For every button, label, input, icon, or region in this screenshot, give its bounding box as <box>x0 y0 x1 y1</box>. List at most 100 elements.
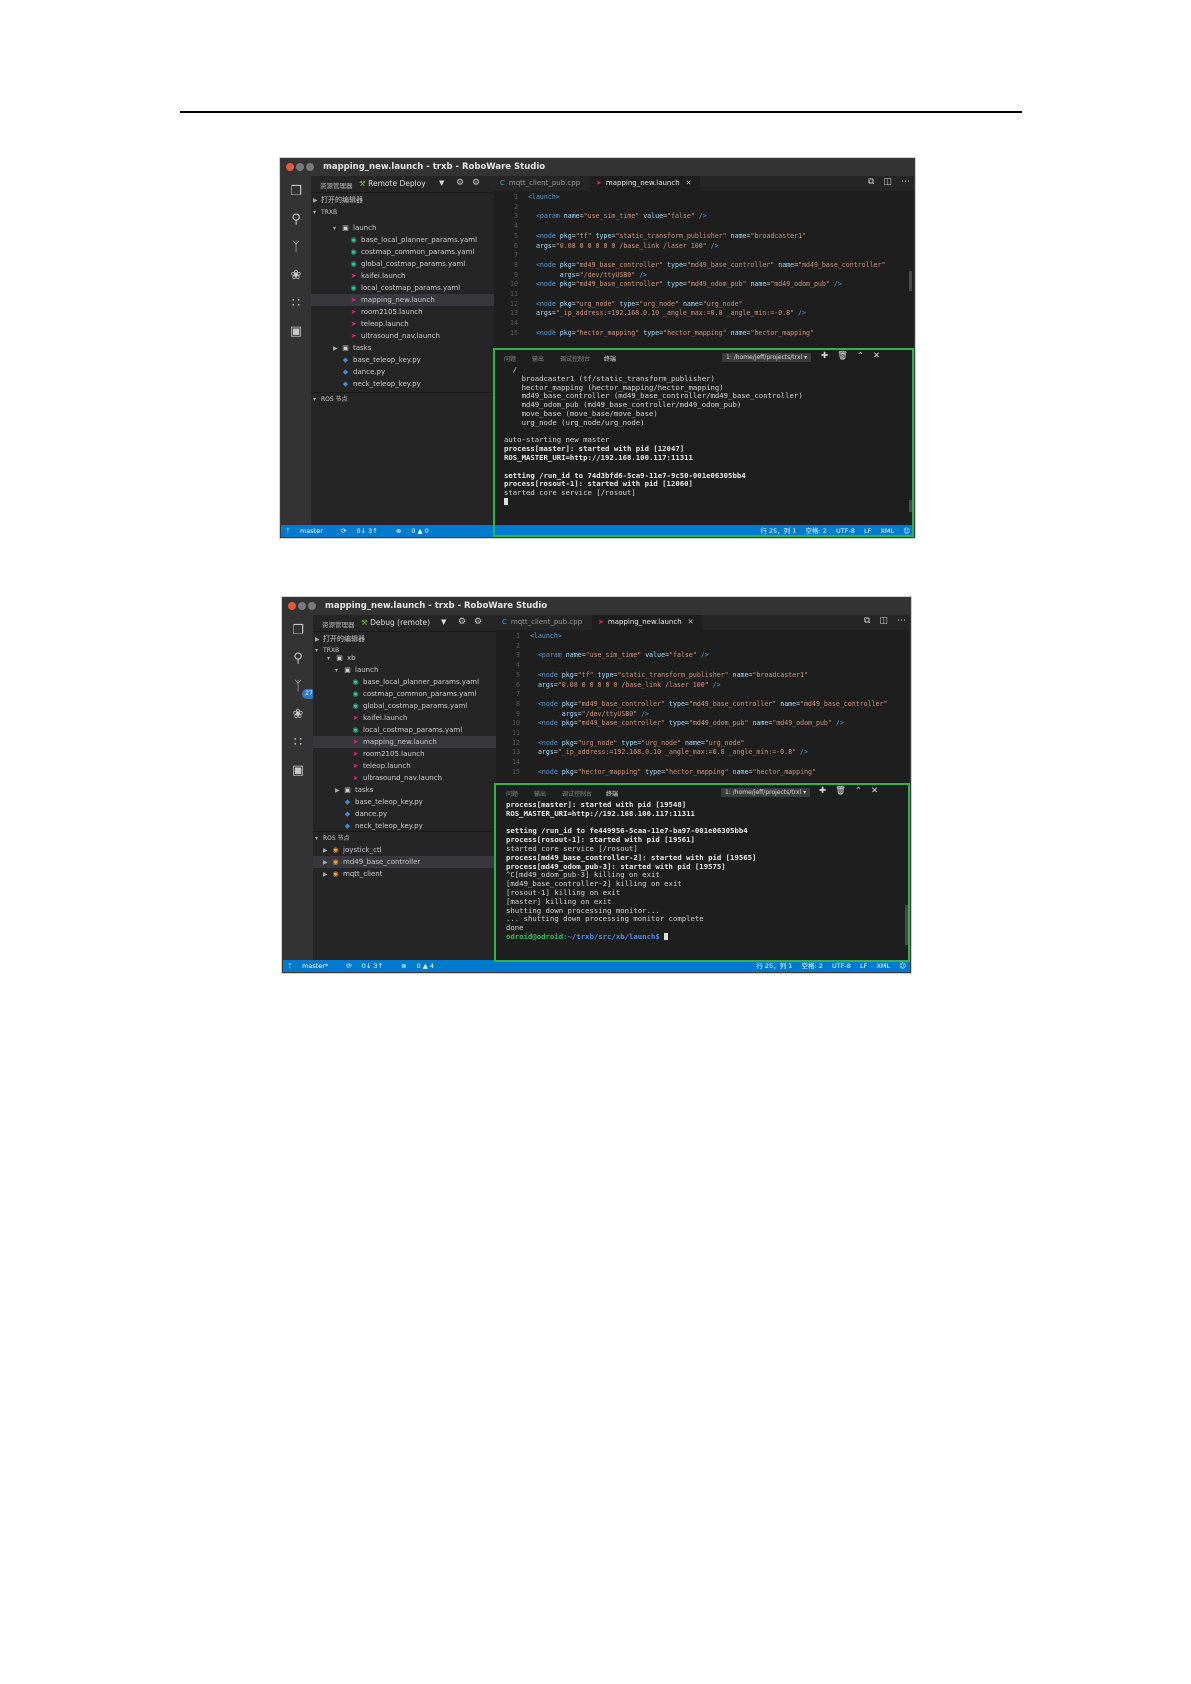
close-icon[interactable]: ✕ <box>686 179 692 187</box>
tab-terminal[interactable]: 终端 <box>606 789 618 798</box>
minimize-window-icon[interactable] <box>296 163 304 171</box>
tree-file[interactable]: ◉ costmap_common_params.yaml <box>313 688 496 700</box>
maximize-window-icon[interactable] <box>306 163 314 171</box>
tree-file[interactable]: ◉ base_local_planner_params.yaml <box>311 234 494 246</box>
branch-status[interactable]: ᛉ master <box>286 527 331 535</box>
tab-debug-console[interactable]: 调试控制台 <box>562 789 592 798</box>
tab-output[interactable]: 输出 <box>532 354 544 363</box>
tree-section-project[interactable]: ▾ TRXB <box>311 206 494 218</box>
more-icon[interactable]: ⋯ <box>901 177 910 187</box>
tree-file[interactable]: ➤ ultrasound_nav.launch <box>311 330 494 342</box>
extensions-grid-icon[interactable]: ∷ <box>288 296 304 312</box>
smiley-feedback-icon[interactable]: ☺ <box>903 527 910 535</box>
tree-file[interactable]: ◆ dance.py <box>311 366 494 378</box>
tree-folder-xb[interactable]: ▾ ▣ xb <box>313 652 496 664</box>
chevron-down-icon[interactable]: ▼ <box>441 618 446 626</box>
tree-file[interactable]: ◆ base_teleop_key.py <box>313 796 496 808</box>
sync-status[interactable]: ⟳ 0↓ 3↑ <box>341 527 386 535</box>
eol[interactable]: LF <box>860 962 867 970</box>
close-icon[interactable]: ✕ <box>688 618 694 626</box>
tree-file[interactable]: ◆ dance.py <box>313 808 496 820</box>
tree-file[interactable]: ➤ ultrasound_nav.launch <box>313 772 496 784</box>
tab-problems[interactable]: 问题 <box>506 789 518 798</box>
deploy-mode-select[interactable]: ⚒ Debug (remote) <box>361 618 430 627</box>
open-preview-icon[interactable]: ⧉ <box>868 177 874 187</box>
source-control-icon[interactable]: ᛉ 27 <box>290 679 316 699</box>
tab-mqtt-client-pub[interactable]: Cmqtt_client_pub.cpp <box>496 615 598 630</box>
deploy-mode-select[interactable]: ⚒ Remote Deploy <box>359 179 426 188</box>
tree-file[interactable]: ◉ costmap_common_params.yaml <box>311 246 494 258</box>
tree-file[interactable]: ◉ base_local_planner_params.yaml <box>313 676 496 688</box>
tab-output[interactable]: 输出 <box>534 789 546 798</box>
plus-icon[interactable]: ✚ <box>821 351 828 361</box>
problems-status[interactable]: ⊗ 0 ▲ 4 <box>401 962 442 970</box>
language-mode[interactable]: XML <box>876 962 890 970</box>
tree-section-ros-nodes[interactable]: ▾ ROS 节点 <box>311 392 494 405</box>
tree-file-selected[interactable]: ➤ mapping_new.launch <box>311 294 494 306</box>
tab-terminal[interactable]: 终端 <box>604 354 616 363</box>
encoding[interactable]: UTF-8 <box>832 962 851 970</box>
close-window-icon[interactable] <box>286 163 294 171</box>
tree-folder-tasks[interactable]: ▶ ▣ tasks <box>311 342 494 354</box>
chevron-up-icon[interactable]: ⌃ <box>857 351 864 361</box>
split-editor-icon[interactable]: ◫ <box>879 616 888 626</box>
terminal-select[interactable]: 1: /home/jeff/projects/trxl ▾ <box>721 788 811 797</box>
cursor-position[interactable]: 行 25，列 1 <box>760 527 796 535</box>
tree-folder-launch[interactable]: ▾ ▣ launch <box>313 664 496 676</box>
terminal-output[interactable]: process[master]: started with pid [19548… <box>506 801 900 960</box>
explorer-files-icon[interactable]: ❐ <box>288 184 304 200</box>
close-window-icon[interactable] <box>288 602 296 610</box>
explorer-files-icon[interactable]: ❐ <box>290 623 306 639</box>
terminal-output[interactable]: / broadcaster1 (tf/static_transform_publ… <box>504 366 904 525</box>
ros-panel-icon[interactable]: ▣ <box>288 324 304 340</box>
terminal-scrollbar[interactable] <box>905 905 908 945</box>
tree-file[interactable]: ◉ global_costmap_params.yaml <box>311 258 494 270</box>
encoding[interactable]: UTF-8 <box>836 527 855 535</box>
maximize-window-icon[interactable] <box>308 602 316 610</box>
tree-folder-launch[interactable]: ▾ ▣ launch <box>311 222 494 234</box>
tree-file[interactable]: ➤ teleop.launch <box>311 318 494 330</box>
tree-file[interactable]: ◉ local_costmap_params.yaml <box>311 282 494 294</box>
gear-icon[interactable]: ⚙ <box>456 178 464 188</box>
tree-file[interactable]: ◉ local_costmap_params.yaml <box>313 724 496 736</box>
tree-file[interactable]: ◆ base_teleop_key.py <box>311 354 494 366</box>
code-editor[interactable]: 1 <launch> 2 3 <param name="use_sim_time" v… <box>496 630 910 784</box>
chevron-down-icon[interactable]: ▼ <box>439 179 444 187</box>
smiley-feedback-icon[interactable]: ☺ <box>899 962 906 970</box>
tree-section-ros-nodes[interactable]: ▾ ROS 节点 <box>313 831 496 844</box>
sync-status[interactable]: ⟳ 0↓ 3↑ <box>346 962 391 970</box>
more-icon[interactable]: ⋯ <box>897 616 906 626</box>
language-mode[interactable]: XML <box>880 527 894 535</box>
source-control-icon[interactable]: ᛉ <box>288 240 304 256</box>
tab-mapping-new-launch[interactable]: ➤ mapping_new.launch ✕ <box>592 615 702 630</box>
tree-file[interactable]: ➤ kaifei.launch <box>313 712 496 724</box>
settings-gear-icon[interactable]: ⚙ <box>474 617 482 627</box>
search-icon[interactable]: ⚲ <box>288 212 304 228</box>
tab-debug-console[interactable]: 调试控制台 <box>560 354 590 363</box>
tree-file-selected[interactable]: ➤ mapping_new.launch <box>313 736 496 748</box>
indentation[interactable]: 空格: 2 <box>801 962 822 970</box>
tab-mapping-new-launch[interactable]: ➤ mapping_new.launch ✕ <box>590 176 700 191</box>
debug-icon[interactable]: ❀ <box>290 707 306 723</box>
ros-package-item[interactable]: ▶ ◉ mqtt_client <box>313 868 496 880</box>
close-icon[interactable]: ✕ <box>873 351 880 361</box>
cursor-position[interactable]: 行 25，列 1 <box>756 962 792 970</box>
tree-file[interactable]: ◆ neck_teleop_key.py <box>311 378 494 390</box>
tree-file[interactable]: ➤ kaifei.launch <box>311 270 494 282</box>
chevron-up-icon[interactable]: ⌃ <box>855 786 862 796</box>
code-editor[interactable]: 1 <launch> 2 3 <param name="use_sim_time" v… <box>494 191 914 349</box>
tab-mqtt-client-pub[interactable]: Cmqtt_client_pub.cpp <box>494 176 596 191</box>
trash-icon[interactable]: 🗑 <box>835 786 846 796</box>
tree-file[interactable]: ◉ global_costmap_params.yaml <box>313 700 496 712</box>
problems-status[interactable]: ⊗ 0 ▲ 0 <box>396 527 437 535</box>
editor-scrollbar[interactable] <box>909 271 912 291</box>
search-icon[interactable]: ⚲ <box>290 651 306 667</box>
tree-file[interactable]: ➤ room2105.launch <box>313 748 496 760</box>
tree-section-open-editors[interactable]: ▶ 打开的编辑器 <box>311 194 494 206</box>
extensions-grid-icon[interactable]: ∷ <box>290 735 306 751</box>
plus-icon[interactable]: ✚ <box>819 786 826 796</box>
tree-file[interactable]: ➤ room2105.launch <box>311 306 494 318</box>
tab-problems[interactable]: 问题 <box>504 354 516 363</box>
minimize-window-icon[interactable] <box>298 602 306 610</box>
ros-package-item-selected[interactable]: ▶ ◉ md49_base_controller <box>313 856 496 868</box>
